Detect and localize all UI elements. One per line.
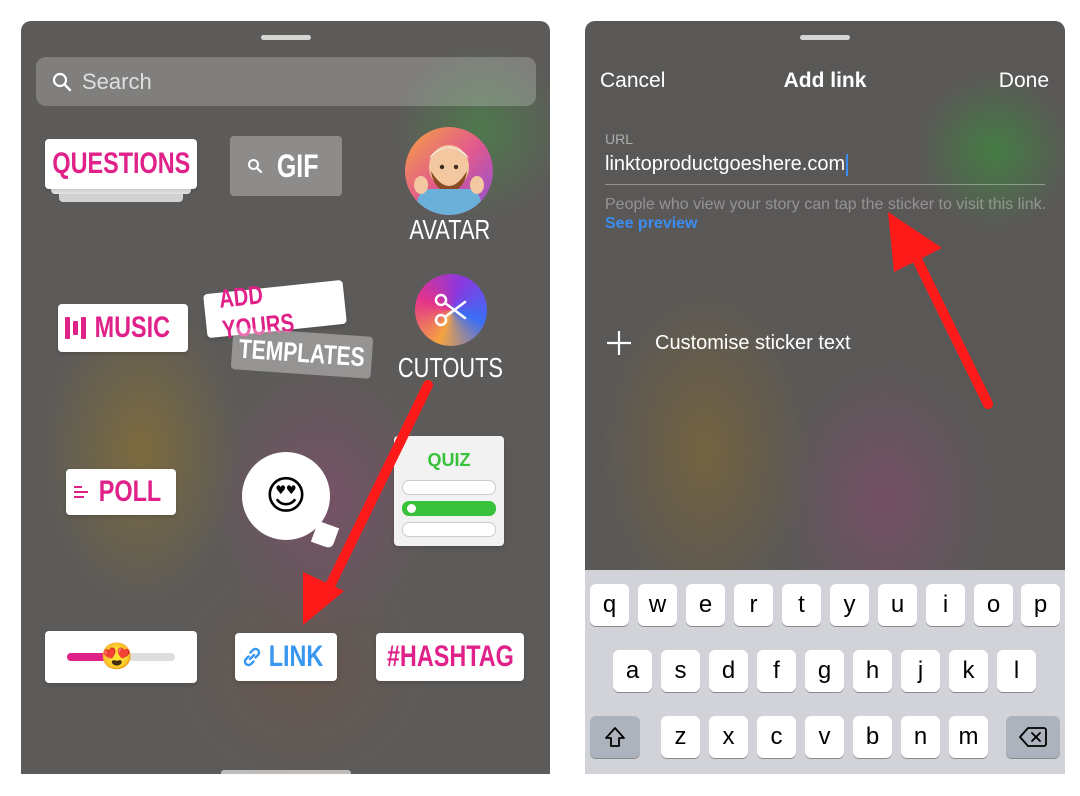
templates-label: TEMPLATES xyxy=(238,333,366,372)
key-i[interactable]: i xyxy=(926,584,965,626)
key-d[interactable]: d xyxy=(709,650,748,692)
search-icon xyxy=(52,72,72,91)
hashtag-sticker-label: #HASHTAG xyxy=(386,640,514,673)
avatar-sticker-label: AVATAR xyxy=(380,214,520,246)
url-field-label: URL xyxy=(605,131,634,147)
search-placeholder: Search xyxy=(82,68,152,94)
customise-label: Customise sticker text xyxy=(655,331,851,354)
cancel-button[interactable]: Cancel xyxy=(600,69,665,93)
helper-text: People who view your story can tap the s… xyxy=(605,195,1050,233)
done-button[interactable]: Done xyxy=(999,69,1049,93)
music-bars-icon xyxy=(65,317,87,339)
key-j[interactable]: j xyxy=(901,650,940,692)
key-s[interactable]: s xyxy=(661,650,700,692)
backspace-icon xyxy=(1019,727,1047,747)
key-l[interactable]: l xyxy=(997,650,1036,692)
url-underline xyxy=(605,184,1045,185)
avatar-sticker[interactable] xyxy=(405,127,493,215)
link-sticker[interactable]: LINK xyxy=(235,633,337,681)
quiz-option xyxy=(402,480,496,495)
questions-sticker-label: QUESTIONS xyxy=(52,147,190,180)
questions-sticker[interactable]: QUESTIONS xyxy=(45,139,197,189)
hashtag-sticker[interactable]: #HASHTAG xyxy=(376,633,524,681)
customise-sticker-text-button[interactable]: Customise sticker text xyxy=(605,329,851,357)
key-e[interactable]: e xyxy=(686,584,725,626)
heart-eyes-emoji-icon: 😍 xyxy=(100,641,133,671)
scissors-icon xyxy=(434,293,467,327)
cutouts-sticker[interactable] xyxy=(415,274,487,346)
key-m[interactable]: m xyxy=(949,716,988,758)
partially-visible-sticker xyxy=(221,770,351,774)
url-input[interactable]: linktoproductgoeshere.com xyxy=(605,153,849,176)
avatar-icon xyxy=(414,145,484,215)
poll-lines-icon xyxy=(74,486,88,498)
heart-eyes-emoji-icon: 😍 xyxy=(265,474,307,518)
key-a[interactable]: a xyxy=(613,650,652,692)
avatar-label-text: AVATAR xyxy=(409,214,491,245)
url-input-value: linktoproductgoeshere.com xyxy=(605,153,846,175)
search-icon xyxy=(248,159,263,174)
link-icon xyxy=(243,647,261,667)
slider-track: 😍 xyxy=(67,641,175,671)
quiz-option xyxy=(402,522,496,537)
backspace-key[interactable] xyxy=(1006,716,1060,758)
key-b[interactable]: b xyxy=(853,716,892,758)
emoji-slider-sticker[interactable]: 😍 xyxy=(45,631,197,683)
music-sticker[interactable]: MUSIC xyxy=(58,304,188,352)
key-t[interactable]: t xyxy=(782,584,821,626)
key-x[interactable]: x xyxy=(709,716,748,758)
shift-icon xyxy=(605,727,625,747)
key-u[interactable]: u xyxy=(878,584,917,626)
plus-icon xyxy=(607,331,631,355)
text-caret xyxy=(846,153,849,176)
quiz-option-correct xyxy=(402,501,496,516)
key-g[interactable]: g xyxy=(805,650,844,692)
music-sticker-label: MUSIC xyxy=(94,311,171,344)
cutouts-label-text: CUTOUTS xyxy=(397,352,503,383)
key-y[interactable]: y xyxy=(830,584,869,626)
key-h[interactable]: h xyxy=(853,650,892,692)
key-c[interactable]: c xyxy=(757,716,796,758)
key-f[interactable]: f xyxy=(757,650,796,692)
key-r[interactable]: r xyxy=(734,584,773,626)
key-v[interactable]: v xyxy=(805,716,844,758)
key-p[interactable]: p xyxy=(1021,584,1060,626)
key-w[interactable]: w xyxy=(638,584,677,626)
gif-sticker[interactable]: GIF xyxy=(230,136,342,196)
poll-sticker-label: POLL xyxy=(98,475,162,508)
helper-text-body: People who view your story can tap the s… xyxy=(605,196,1047,213)
quiz-title: QUIZ xyxy=(427,450,471,470)
add-link-panel: Add link Cancel Done URL linktoproductgo… xyxy=(585,21,1065,774)
key-q[interactable]: q xyxy=(590,584,629,626)
emoji-reaction-sticker[interactable]: 😍 xyxy=(242,452,340,550)
sheet-grabber[interactable] xyxy=(261,35,311,40)
quiz-sticker[interactable]: QUIZ xyxy=(394,436,504,546)
cutouts-sticker-label: CUTOUTS xyxy=(380,352,520,384)
key-n[interactable]: n xyxy=(901,716,940,758)
key-o[interactable]: o xyxy=(974,584,1013,626)
key-z[interactable]: z xyxy=(661,716,700,758)
keyboard: q w e r t y u i o p a s d f g h j k l z … xyxy=(585,570,1065,774)
link-sticker-label: LINK xyxy=(268,640,324,673)
sticker-search-field[interactable]: Search xyxy=(36,57,536,106)
sticker-tray-panel: Search QUESTIONS GIF AVATAR MUSIC ADD YO… xyxy=(21,21,550,774)
questions-sticker-stack xyxy=(59,194,183,202)
key-k[interactable]: k xyxy=(949,650,988,692)
poll-sticker[interactable]: POLL xyxy=(66,469,176,515)
gif-sticker-label: GIF xyxy=(277,147,319,184)
see-preview-link[interactable]: See preview xyxy=(605,215,698,232)
shift-key[interactable] xyxy=(590,716,640,758)
sheet-grabber[interactable] xyxy=(800,35,850,40)
